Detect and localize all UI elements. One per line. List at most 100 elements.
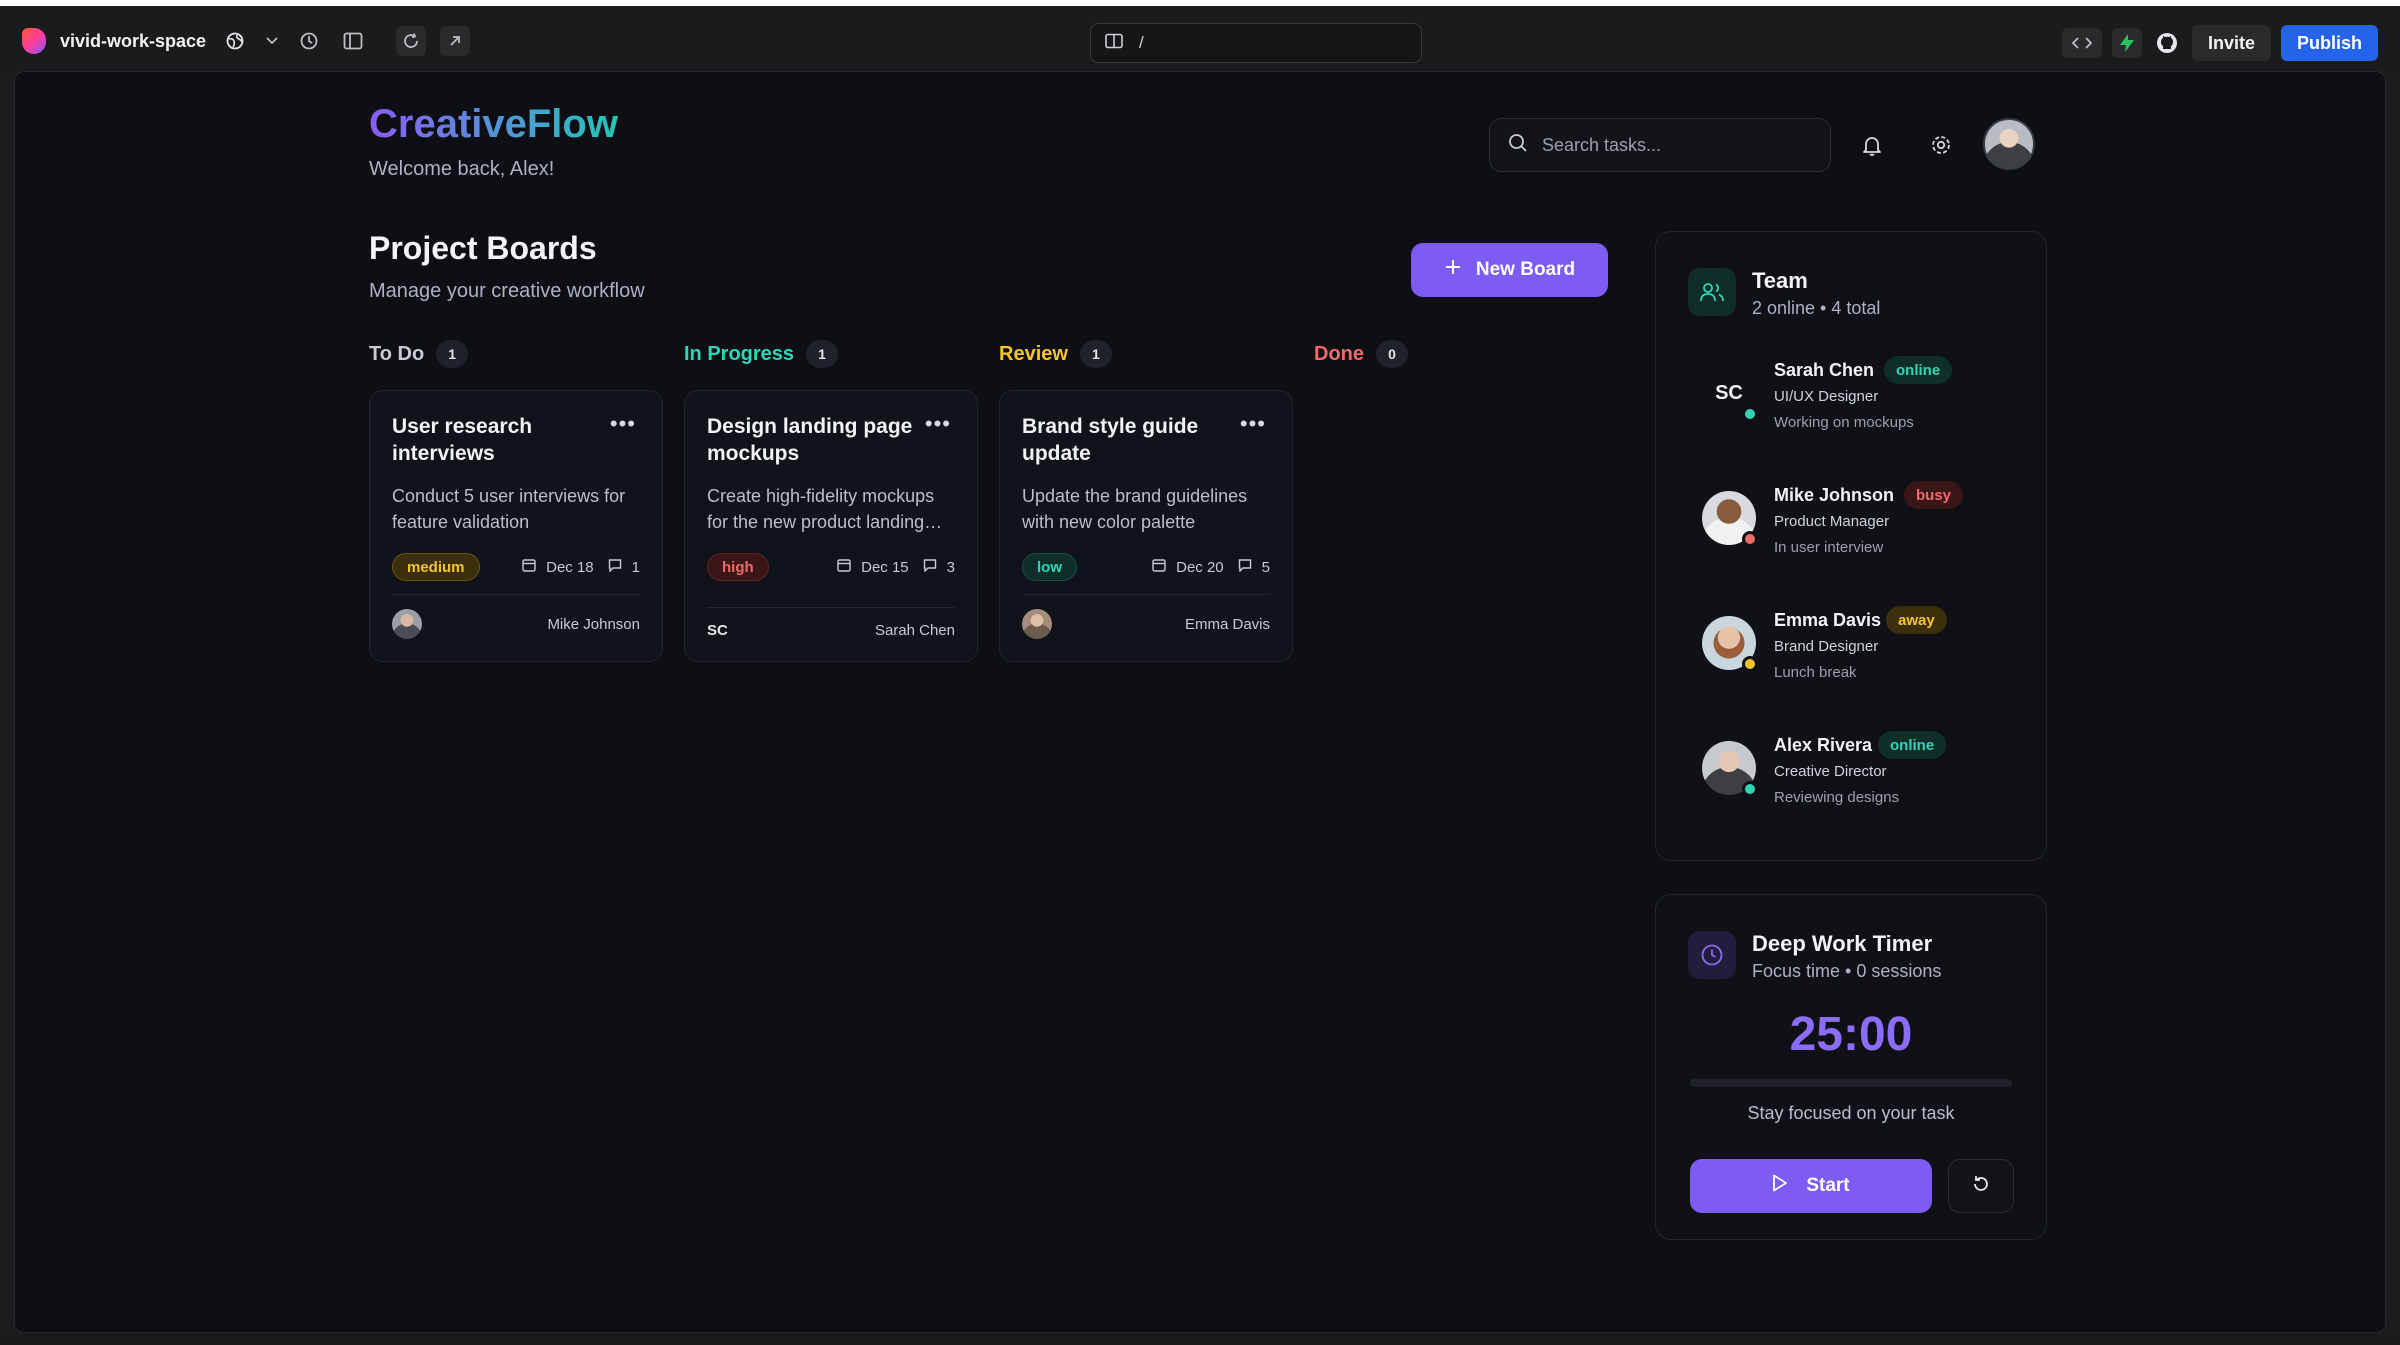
reset-icon [1971,1174,1991,1199]
column-header-in-progress: In Progress 1 [684,340,839,368]
column-header-review: Review 1 [999,340,1112,368]
column-header-todo: To Do 1 [369,340,469,368]
team-member[interactable]: SC Sarah Chen online UI/UX Designer Work… [1702,352,2022,442]
member-status: In user interview [1774,539,1884,556]
reset-button[interactable] [1948,1159,2014,1213]
team-member[interactable]: Mike Johnson busy Product Manager In use… [1702,477,2022,567]
publish-button[interactable]: Publish [2280,25,2378,61]
comment-icon [608,558,622,576]
timer-subtitle: Focus time • 0 sessions [1752,961,1942,981]
browser-toolbar: vivid-work-space / Invite Publish [0,0,2400,71]
card-title: User research interviews [392,415,533,465]
member-role: UI/UX Designer [1774,388,1879,405]
comment-icon [923,558,937,576]
history-icon[interactable] [294,26,324,56]
calendar-icon [522,558,536,576]
app-logo[interactable] [22,28,46,54]
card-description: Create high-fidelity mockups for the new… [707,486,943,532]
status-dot [1742,406,1758,422]
status-dot [1742,781,1758,797]
project-name[interactable]: vivid-work-space [60,31,206,52]
member-status: Reviewing designs [1774,789,1900,806]
refresh-icon[interactable] [396,26,427,56]
comment-icon [1238,558,1252,576]
globe-icon[interactable] [220,26,250,56]
column-header-done: Done 0 [1314,340,1408,368]
member-role: Brand Designer [1774,638,1879,655]
chevron-down-icon[interactable] [264,26,280,56]
member-name: Emma Davis [1774,610,1882,630]
code-icon[interactable] [2061,28,2102,58]
task-card[interactable]: Design landing page mockups ••• Create h… [684,390,978,662]
page-subtitle: Manage your creative workflow [369,280,645,302]
assignee-avatar [1022,609,1052,639]
priority-badge: high [707,553,769,581]
assignee-initials: SC [707,622,728,639]
priority-badge: low [1022,553,1077,581]
team-member[interactable]: Emma Davis away Brand Designer Lunch bre… [1702,602,2022,692]
more-options-icon[interactable]: ••• [1240,411,1266,437]
status-dot [1742,656,1758,672]
member-role: Product Manager [1774,513,1890,530]
search-icon [1508,133,1528,158]
welcome-text: Welcome back, Alex! [369,158,555,180]
task-card[interactable]: User research interviews ••• Conduct 5 u… [369,390,663,662]
status-badge: busy [1904,481,1964,509]
invite-button[interactable]: Invite [2191,25,2271,61]
open-external-icon[interactable] [440,26,471,56]
new-board-button[interactable]: New Board [1411,243,1608,297]
status-badge: away [1886,606,1947,634]
bell-icon[interactable] [1855,128,1889,162]
column-count: 1 [436,340,469,368]
column-title: In Progress [684,342,795,365]
brand-title: CreativeFlow [369,102,618,146]
new-board-label: New Board [1475,259,1576,280]
team-subtitle: 2 online • 4 total [1752,298,1881,318]
comment-count: 3 [946,558,955,576]
due-date: Dec 20 [1176,558,1224,576]
card-title: Brand style guide update [1022,415,1199,465]
start-button[interactable]: Start [1690,1159,1932,1213]
play-icon [1772,1174,1788,1198]
timer-display: 25:00 [1789,1008,1913,1061]
team-member[interactable]: Alex Rivera online Creative Director Rev… [1702,727,2022,817]
member-role: Creative Director [1774,763,1887,780]
assignee-name: Sarah Chen [874,622,955,639]
priority-badge: medium [392,553,480,581]
sidebar-toggle-icon[interactable] [338,26,368,56]
timer-title: Deep Work Timer [1752,931,1933,956]
due-date: Dec 15 [861,558,909,576]
gear-icon[interactable] [1924,128,1958,162]
task-card[interactable]: Brand style guide update ••• Update the … [999,390,1293,662]
timer-panel: Deep Work Timer Focus time • 0 sessions … [1655,894,2047,1240]
app-preview: CreativeFlow Welcome back, Alex! Search … [14,71,2386,1333]
timer-hint: Stay focused on your task [1747,1103,1955,1123]
page-layout-icon [1105,33,1123,54]
calendar-icon [1152,558,1166,576]
github-icon[interactable] [2152,28,2182,58]
assignee-avatar [392,609,422,639]
calendar-icon [837,558,851,576]
status-badge: online [1878,731,1947,759]
search-input[interactable]: Search tasks... [1489,118,1831,172]
member-status: Working on mockups [1774,414,1914,431]
user-avatar[interactable] [1983,118,2035,170]
comment-count: 5 [1261,558,1270,576]
url-bar[interactable]: / [1090,23,1422,63]
start-label: Start [1806,1175,1850,1196]
more-options-icon[interactable]: ••• [925,411,951,437]
column-count: 1 [1079,340,1112,368]
team-panel: Team 2 online • 4 total SC Sarah Chen on… [1655,231,2047,861]
clock-icon [1688,931,1736,979]
column-title: Done [1314,342,1364,365]
member-name: Mike Johnson [1774,485,1895,505]
url-path: / [1139,33,1144,52]
timer-progress-bar [1690,1079,2012,1087]
column-title: To Do [369,342,425,365]
status-dot [1742,531,1758,547]
users-icon [1688,268,1736,316]
bolt-icon[interactable] [2111,28,2142,58]
more-options-icon[interactable]: ••• [610,411,636,437]
assignee-name: Mike Johnson [547,615,640,633]
team-title: Team [1752,268,1808,293]
